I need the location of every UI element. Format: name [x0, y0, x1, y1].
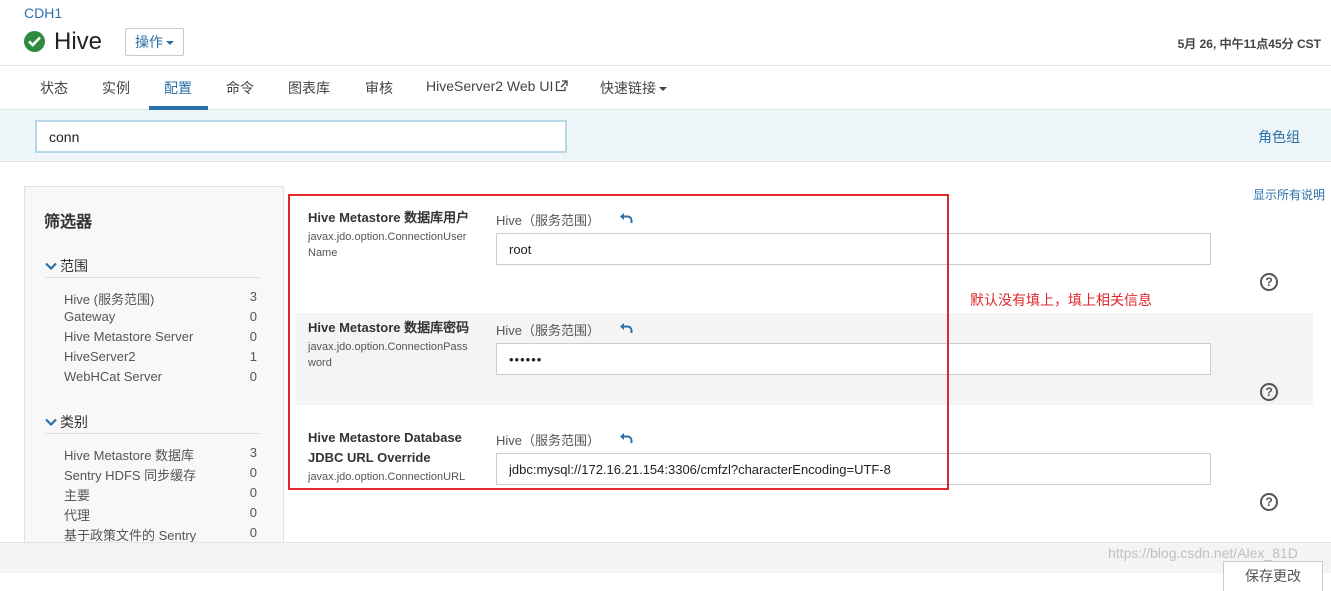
filter-item[interactable]: Hive Metastore Server 0 — [64, 329, 257, 344]
filter-section-scope-label: 范围 — [60, 258, 88, 274]
filter-item[interactable]: 主要 0 — [64, 485, 257, 504]
help-icon[interactable]: ? — [1260, 493, 1278, 511]
filter-item-count: 0 — [249, 505, 257, 520]
actions-dropdown-button[interactable]: 操作 — [125, 28, 184, 56]
tab-bar: 状态 实例 配置 命令 图表库 审核 HiveServer2 Web UI 快速… — [0, 66, 1331, 110]
help-icon[interactable]: ? — [1260, 273, 1278, 291]
watermark: https://blog.csdn.net/Alex_81D — [1108, 545, 1298, 561]
show-all-descriptions-link[interactable]: 显示所有说明 — [1253, 186, 1325, 203]
tab-charts-library[interactable]: 图表库 — [288, 78, 330, 98]
help-icon[interactable]: ? — [1260, 383, 1278, 401]
filter-item-count: 0 — [249, 525, 257, 540]
filter-item[interactable]: Sentry HDFS 同步缓存 0 — [64, 465, 257, 484]
config-search-input[interactable] — [35, 120, 567, 153]
chevron-down-icon — [45, 262, 57, 270]
filter-item[interactable]: Gateway 0 — [64, 309, 257, 324]
tab-quick-links[interactable]: 快速链接 — [600, 78, 667, 98]
filter-item[interactable]: Hive (服务范围) 3 — [64, 289, 257, 308]
actions-label: 操作 — [135, 34, 163, 50]
filter-item-count: 0 — [249, 309, 257, 324]
divider — [45, 277, 261, 278]
filter-item[interactable]: Hive Metastore 数据库 3 — [64, 445, 257, 464]
tab-configuration[interactable]: 配置 — [164, 78, 192, 98]
filter-item-count: 3 — [249, 445, 257, 460]
external-link-icon — [556, 80, 568, 92]
config-search-bar: 角色组 — [0, 110, 1331, 162]
service-header: CDH1 Hive 操作 5月 26, 中午11点45分 CST — [0, 0, 1331, 66]
filter-item-label: WebHCat Server — [64, 369, 163, 384]
check-circle-icon — [24, 31, 45, 52]
filter-item-label: Hive Metastore 数据库 — [64, 448, 195, 463]
filter-item-count: 3 — [249, 289, 257, 304]
filter-item-count: 0 — [249, 329, 257, 344]
filter-section-scope[interactable]: 范围 — [45, 256, 88, 276]
filter-item[interactable]: HiveServer2 1 — [64, 349, 257, 364]
tab-quick-links-label: 快速链接 — [600, 80, 656, 96]
filter-section-category-label: 类别 — [60, 414, 88, 430]
filter-item-label: Gateway — [64, 309, 116, 324]
tab-commands[interactable]: 命令 — [226, 78, 254, 98]
save-changes-button[interactable]: 保存更改 — [1223, 561, 1323, 591]
caret-down-icon — [659, 87, 667, 92]
filter-item-label: 基于政策文件的 Sentry — [64, 528, 197, 543]
cluster-breadcrumb[interactable]: CDH1 — [24, 5, 62, 21]
divider — [45, 433, 261, 434]
page-title: Hive — [54, 28, 103, 55]
filter-item-label: Sentry HDFS 同步缓存 — [64, 468, 197, 483]
filter-section-category[interactable]: 类别 — [45, 412, 88, 432]
role-groups-link[interactable]: 角色组 — [1258, 127, 1300, 147]
filter-item-count: 0 — [249, 485, 257, 500]
filter-item-count: 0 — [249, 369, 257, 384]
tab-hiveserver2-label: HiveServer2 Web UI — [426, 78, 554, 94]
filter-item-label: 代理 — [64, 508, 91, 523]
annotation-highlight-box — [288, 194, 949, 490]
tab-status[interactable]: 状态 — [40, 78, 68, 98]
filter-item-count: 0 — [249, 465, 257, 480]
caret-down-icon — [166, 41, 174, 46]
tab-hiveserver2-web-ui[interactable]: HiveServer2 Web UI — [426, 78, 568, 94]
filter-item[interactable]: WebHCat Server 0 — [64, 369, 257, 384]
filter-item[interactable]: 代理 0 — [64, 505, 257, 524]
chevron-down-icon — [45, 418, 57, 426]
filter-item-count: 1 — [249, 349, 257, 364]
filter-item-label: Hive (服务范围) — [64, 292, 155, 307]
timestamp: 5月 26, 中午11点45分 CST — [1177, 37, 1321, 51]
filters-title: 筛选器 — [44, 214, 93, 231]
annotation-note: 默认没有填上，填上相关信息 — [970, 292, 1152, 308]
tab-instances[interactable]: 实例 — [102, 78, 130, 98]
filter-item-label: HiveServer2 — [64, 349, 136, 364]
filter-sidebar: 筛选器 范围 Hive (服务范围) 3 Gateway 0 Hive Metast… — [24, 186, 284, 546]
filter-item-label: 主要 — [64, 488, 91, 503]
tab-audits[interactable]: 审核 — [365, 78, 393, 98]
filter-item-label: Hive Metastore Server — [64, 329, 194, 344]
